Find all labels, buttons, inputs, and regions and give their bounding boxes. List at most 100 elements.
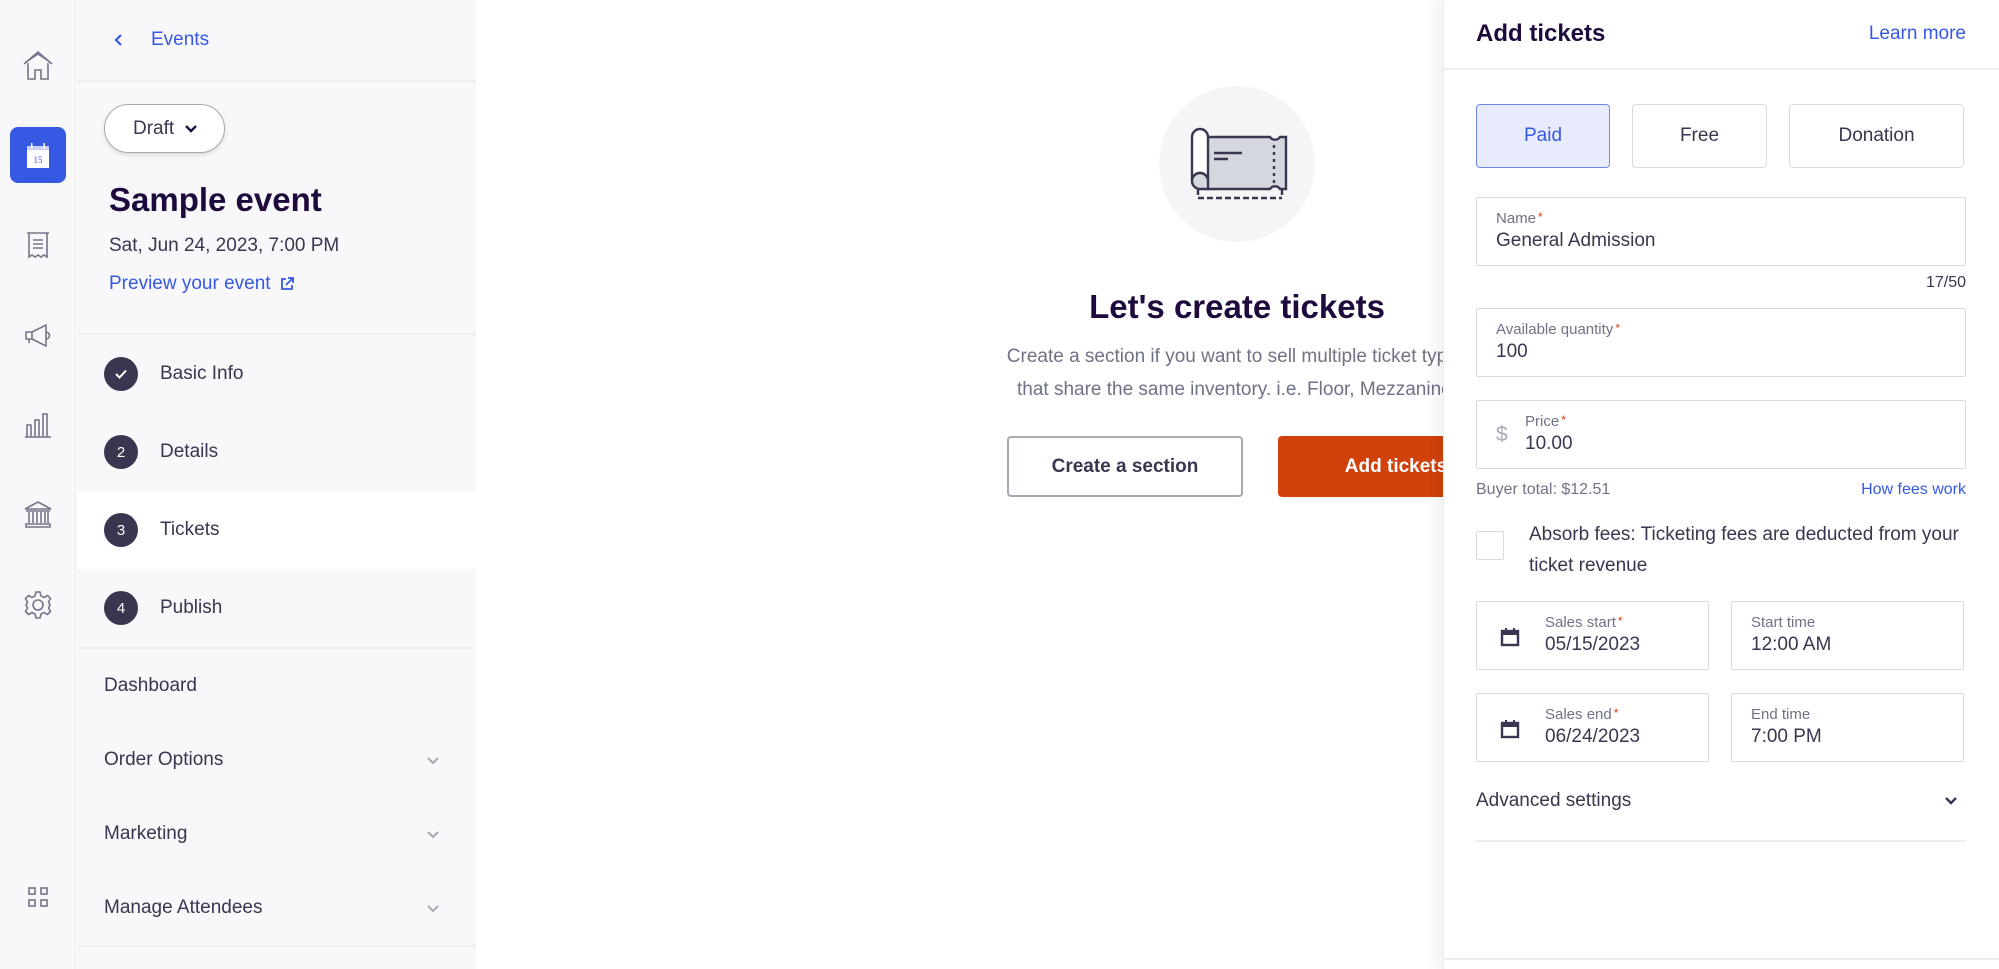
menu-label: Dashboard xyxy=(104,675,197,696)
create-section-button[interactable]: Create a section xyxy=(1007,436,1243,497)
rail-events[interactable]: 15 xyxy=(10,127,66,183)
events-back-link[interactable]: Events xyxy=(151,29,209,51)
menu-item-order-options[interactable]: Order Options xyxy=(77,723,476,797)
event-info: Draft Sample event Sat, Jun 24, 2023, 7:… xyxy=(77,82,476,335)
status-dropdown[interactable]: Draft xyxy=(104,104,226,153)
preview-label: Preview your event xyxy=(109,273,271,294)
menu-label: Marketing xyxy=(104,823,188,844)
step-label: Tickets xyxy=(160,519,220,540)
event-title: Sample event xyxy=(109,181,322,218)
sales-end-row: Sales end * 06/24/2023 End time 7:00 PM xyxy=(1476,693,1966,762)
panel-footer xyxy=(1444,958,1999,969)
chevron-down-icon xyxy=(427,904,439,912)
chevron-down-icon xyxy=(427,830,439,838)
field-label: Price * xyxy=(1525,413,1566,430)
rail-marketing[interactable] xyxy=(10,307,66,363)
field-label: Name * xyxy=(1496,210,1543,227)
advanced-settings-toggle[interactable]: Advanced settings xyxy=(1476,790,1966,842)
calendar-icon: 15 xyxy=(27,143,49,168)
panel-title: Add tickets xyxy=(1476,20,1606,47)
sales-end-value: 06/24/2023 xyxy=(1545,726,1641,747)
step-badge: 3 xyxy=(104,513,138,547)
nav-header: Events xyxy=(77,0,476,82)
quantity-value: 100 xyxy=(1496,341,1528,362)
step-tickets[interactable]: 3 Tickets xyxy=(77,491,476,569)
step-publish[interactable]: 4 Publish xyxy=(77,569,476,647)
calendar-icon xyxy=(1500,628,1520,647)
gear-icon xyxy=(24,591,52,619)
chevron-down-icon xyxy=(427,756,439,764)
quantity-field[interactable]: Available quantity * 100 xyxy=(1476,308,1966,377)
rail-reports[interactable] xyxy=(10,397,66,453)
rail-settings[interactable] xyxy=(10,577,66,633)
field-label: Sales start * xyxy=(1545,614,1623,631)
step-label: Basic Info xyxy=(160,363,244,384)
learn-more-link[interactable]: Learn more xyxy=(1869,23,1966,45)
advanced-settings-label: Advanced settings xyxy=(1476,790,1632,811)
status-label: Draft xyxy=(133,117,175,139)
rail-finance[interactable] xyxy=(10,487,66,543)
price-value: 10.00 xyxy=(1525,433,1573,454)
step-badge: 2 xyxy=(104,435,138,469)
nav-menu: Dashboard Order Options Marketing Manage… xyxy=(77,649,476,947)
name-value: General Admission xyxy=(1496,230,1656,251)
rail-orders[interactable] xyxy=(10,217,66,273)
field-label: Available quantity * xyxy=(1496,321,1620,338)
rail-apps[interactable] xyxy=(10,869,66,925)
ticket-type-donation[interactable]: Donation xyxy=(1789,104,1964,168)
chevron-down-icon xyxy=(185,124,198,133)
end-time-value: 7:00 PM xyxy=(1751,726,1822,747)
sales-start-value: 05/15/2023 xyxy=(1545,634,1641,655)
currency-symbol: $ xyxy=(1496,423,1508,446)
field-label: End time xyxy=(1751,706,1811,723)
menu-item-dashboard[interactable]: Dashboard xyxy=(77,649,476,723)
chevron-down-icon xyxy=(1945,797,1957,805)
calendar-icon xyxy=(1500,720,1520,739)
add-tickets-panel: Add tickets Learn more Paid Free Donatio… xyxy=(1443,0,1999,969)
ticket-illustration xyxy=(1159,86,1315,242)
end-time-field[interactable]: End time 7:00 PM xyxy=(1731,693,1964,762)
step-badge: 4 xyxy=(104,591,138,625)
ticket-type-selector: Paid Free Donation xyxy=(1476,104,1966,168)
field-label: Sales end * xyxy=(1545,706,1619,723)
sales-start-row: Sales start * 05/15/2023 Start time 12:00… xyxy=(1476,601,1966,670)
preview-event-link[interactable]: Preview your event xyxy=(109,273,295,295)
ticket-icon xyxy=(1190,127,1288,200)
sales-end-field[interactable]: Sales end * 06/24/2023 xyxy=(1476,693,1709,762)
fee-row: Buyer total: $12.51 How fees work xyxy=(1476,481,1966,499)
event-date: Sat, Jun 24, 2023, 7:00 PM xyxy=(109,235,340,256)
setup-steps: Basic Info 2 Details 3 Tickets 4 Publish xyxy=(77,335,476,649)
ticket-type-paid[interactable]: Paid xyxy=(1476,104,1610,168)
chevron-left-icon[interactable] xyxy=(111,32,127,48)
icon-rail: 15 xyxy=(0,0,76,969)
rail-home[interactable] xyxy=(10,37,66,93)
absorb-fees-checkbox[interactable] xyxy=(1476,531,1504,560)
megaphone-icon xyxy=(25,323,51,348)
step-label: Publish xyxy=(160,597,223,618)
step-label: Details xyxy=(160,441,219,462)
required-marker: * xyxy=(1615,321,1620,335)
ticket-type-free[interactable]: Free xyxy=(1632,104,1767,168)
menu-item-marketing[interactable]: Marketing xyxy=(77,797,476,871)
panel-body: Paid Free Donation Name * General Admissi… xyxy=(1444,70,1999,842)
external-link-icon xyxy=(280,277,294,290)
bar-chart-icon xyxy=(25,413,51,438)
required-marker: * xyxy=(1613,706,1619,720)
event-nav-panel: Events Draft Sample event Sat, Jun 24, 2… xyxy=(77,0,476,969)
buyer-total: Buyer total: $12.51 xyxy=(1476,481,1611,498)
sales-start-field[interactable]: Sales start * 05/15/2023 xyxy=(1476,601,1709,670)
required-marker: * xyxy=(1538,210,1543,224)
bank-icon xyxy=(24,501,52,528)
price-field[interactable]: $ Price * 10.00 xyxy=(1476,400,1966,469)
absorb-fees-label: Absorb fees: Ticketing fees are deducted… xyxy=(1529,524,1959,576)
start-time-field[interactable]: Start time 12:00 AM xyxy=(1731,601,1964,670)
menu-item-manage-attendees[interactable]: Manage Attendees xyxy=(77,871,476,945)
name-char-counter: 17/50 xyxy=(1925,274,1966,291)
how-fees-work-link[interactable]: How fees work xyxy=(1861,481,1966,499)
panel-header: Add tickets Learn more xyxy=(1444,0,1999,70)
name-field[interactable]: Name * General Admission xyxy=(1476,197,1966,266)
home-icon xyxy=(23,50,53,80)
start-time-value: 12:00 AM xyxy=(1751,634,1832,655)
step-details[interactable]: 2 Details xyxy=(77,413,476,491)
step-basic-info[interactable]: Basic Info xyxy=(77,335,476,413)
